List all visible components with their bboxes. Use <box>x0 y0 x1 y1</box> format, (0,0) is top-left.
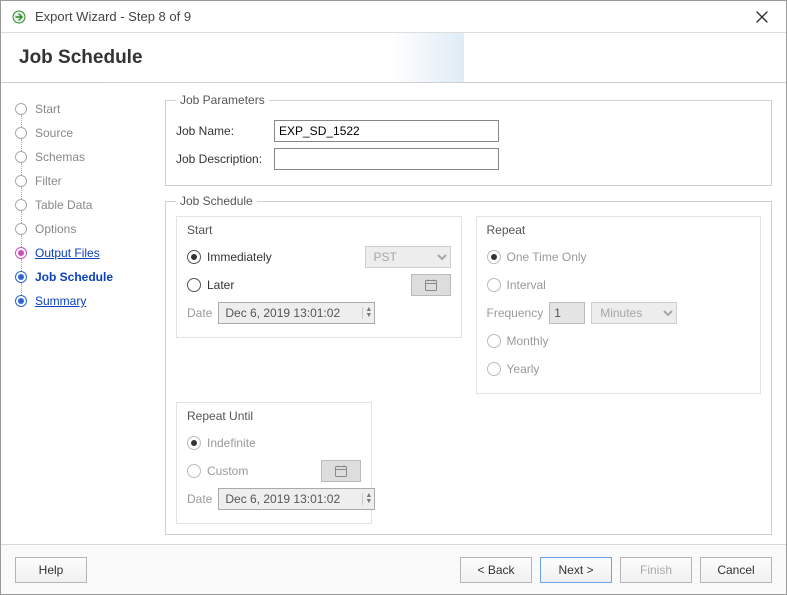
repeat-monthly-label: Monthly <box>507 334 549 348</box>
radio-icon <box>187 278 201 292</box>
until-date-row: Date ▲▼ <box>187 485 361 513</box>
job-parameters-legend: Job Parameters <box>176 93 269 107</box>
until-date-field[interactable]: ▲▼ <box>218 488 375 510</box>
cancel-button[interactable]: Cancel <box>700 557 772 583</box>
job-schedule-group: Job Schedule Start Immediately PST Later <box>165 194 772 535</box>
repeat-title: Repeat <box>487 223 751 237</box>
radio-icon <box>487 278 501 292</box>
calendar-icon <box>334 464 348 478</box>
job-name-label: Job Name: <box>176 124 268 138</box>
step-dot-icon <box>15 223 27 235</box>
step-dot-icon <box>15 247 27 259</box>
repeat-group: Repeat One Time Only Interval Frequency … <box>476 216 762 394</box>
job-description-input[interactable] <box>274 148 499 170</box>
banner: Job Schedule <box>1 33 786 83</box>
step-filter[interactable]: Filter <box>15 169 153 193</box>
window-title: Export Wizard - Step 8 of 9 <box>35 9 191 24</box>
back-button[interactable]: < Back <box>460 557 532 583</box>
radio-icon <box>187 250 201 264</box>
step-job-schedule[interactable]: Job Schedule <box>15 265 153 289</box>
step-dot-icon <box>15 103 27 115</box>
start-immediately-option[interactable]: Immediately PST <box>187 243 451 271</box>
frequency-unit-select[interactable]: Minutes <box>591 302 677 324</box>
timezone-select[interactable]: PST <box>365 246 451 268</box>
start-date-input[interactable] <box>223 304 358 322</box>
help-button[interactable]: Help <box>15 557 87 583</box>
next-button[interactable]: Next > <box>540 557 612 583</box>
close-button[interactable] <box>748 5 776 29</box>
job-name-input[interactable] <box>274 120 499 142</box>
calendar-icon <box>424 278 438 292</box>
start-later-label: Later <box>207 278 234 292</box>
until-date-input[interactable] <box>223 490 358 508</box>
until-date-label: Date <box>187 492 212 506</box>
footer: Help < Back Next > Finish Cancel <box>1 544 786 594</box>
repeat-interval-option[interactable]: Interval <box>487 271 751 299</box>
content-panel: Job Parameters Job Name: Job Description… <box>161 83 786 544</box>
step-dot-icon <box>15 295 27 307</box>
start-group: Start Immediately PST Later <box>176 216 462 338</box>
frequency-label: Frequency <box>487 306 544 320</box>
step-source[interactable]: Source <box>15 121 153 145</box>
start-title: Start <box>187 223 451 237</box>
step-dot-icon <box>15 151 27 163</box>
step-summary[interactable]: Summary <box>15 289 153 313</box>
until-custom-label: Custom <box>207 464 248 478</box>
step-schemas[interactable]: Schemas <box>15 145 153 169</box>
step-dot-icon <box>15 175 27 187</box>
spinner-icon[interactable]: ▲▼ <box>362 493 372 505</box>
frequency-input[interactable] <box>549 302 585 324</box>
repeat-until-group: Repeat Until Indefinite Custom Date <box>176 402 372 524</box>
step-dot-icon <box>15 127 27 139</box>
repeat-yearly-label: Yearly <box>507 362 540 376</box>
start-date-row: Date ▲▼ <box>187 299 451 327</box>
job-description-label: Job Description: <box>176 152 268 166</box>
radio-icon <box>487 250 501 264</box>
step-list: Start Source Schemas Filter Table Data O… <box>15 97 153 313</box>
radio-icon <box>487 362 501 376</box>
page-title: Job Schedule <box>19 47 143 69</box>
job-schedule-legend: Job Schedule <box>176 194 257 208</box>
finish-button[interactable]: Finish <box>620 557 692 583</box>
repeat-one-time-label: One Time Only <box>507 250 587 264</box>
repeat-until-title: Repeat Until <box>187 409 361 423</box>
step-output-files[interactable]: Output Files <box>15 241 153 265</box>
until-indefinite-option[interactable]: Indefinite <box>187 429 361 457</box>
repeat-yearly-option[interactable]: Yearly <box>487 355 751 383</box>
radio-icon <box>487 334 501 348</box>
repeat-one-time-option[interactable]: One Time Only <box>487 243 751 271</box>
step-table-data[interactable]: Table Data <box>15 193 153 217</box>
app-icon <box>11 9 27 25</box>
step-options[interactable]: Options <box>15 217 153 241</box>
job-parameters-group: Job Parameters Job Name: Job Description… <box>165 93 772 186</box>
start-later-option[interactable]: Later <box>187 271 451 299</box>
start-date-field[interactable]: ▲▼ <box>218 302 375 324</box>
start-immediately-label: Immediately <box>207 250 272 264</box>
until-calendar-button[interactable] <box>321 460 361 482</box>
spinner-icon[interactable]: ▲▼ <box>362 307 372 319</box>
until-custom-option[interactable]: Custom <box>187 457 361 485</box>
step-dot-icon <box>15 199 27 211</box>
title-bar: Export Wizard - Step 8 of 9 <box>1 1 786 33</box>
radio-icon <box>187 464 201 478</box>
repeat-interval-label: Interval <box>507 278 546 292</box>
close-icon <box>756 11 768 23</box>
radio-icon <box>187 436 201 450</box>
step-start[interactable]: Start <box>15 97 153 121</box>
until-indefinite-label: Indefinite <box>207 436 256 450</box>
step-dot-icon <box>15 271 27 283</box>
repeat-frequency-row: Frequency Minutes <box>487 299 751 327</box>
repeat-monthly-option[interactable]: Monthly <box>487 327 751 355</box>
start-calendar-button[interactable] <box>411 274 451 296</box>
start-date-label: Date <box>187 306 212 320</box>
